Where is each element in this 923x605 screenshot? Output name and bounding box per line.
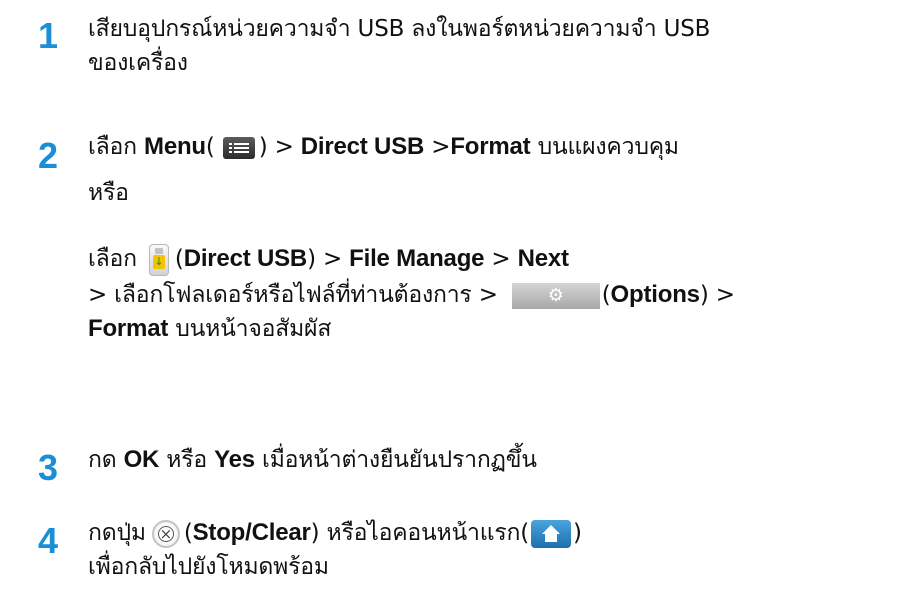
separator: >: [267, 134, 301, 160]
step-text: กดปุ่ม (Stop/Clear) หรือไอคอนหน้าแรก() เพ…: [88, 516, 913, 584]
step-number: 4: [38, 520, 59, 561]
gear-icon: ⚙: [511, 282, 600, 309]
stop-clear-label: Stop/Clear: [192, 519, 311, 546]
or-text: หรือ: [159, 447, 215, 473]
stop-clear-icon: [151, 519, 180, 548]
direct-usb-label: Direct USB: [183, 245, 308, 272]
step-number: 1: [38, 15, 59, 56]
paren-open: (: [601, 282, 611, 308]
paren-open: (: [205, 134, 215, 160]
step-2-line-3: เลือก (Direct USB) > File Manage > Next: [88, 242, 913, 276]
step-2-line-4: > เลือกโฟลเดอร์หรือไฟล์ที่ท่านต้องการ > ⚙…: [88, 278, 913, 312]
on-touch-text: บนหน้าจอสัมผัส: [168, 316, 332, 342]
step-2-line-5: Format บนหน้าจอสัมผัส: [88, 312, 913, 346]
home-icon-text: ) หรือไอคอนหน้าแรก(: [310, 520, 530, 546]
direct-usb-label: Direct USB: [300, 133, 425, 160]
step-number: 2: [38, 135, 59, 176]
step-text: เลือก Menu() > Direct USB >Format บนแผงค…: [88, 130, 913, 346]
separator: >: [484, 246, 518, 272]
paren-close: ): [307, 246, 316, 272]
step-4-line-2: เพื่อกลับไปยังโหมดพร้อม: [88, 554, 329, 580]
home-icon: [531, 519, 572, 548]
choose-text: เลือก: [88, 246, 137, 272]
or-text: หรือ: [88, 180, 129, 206]
step-3-line-1: กด OK หรือ Yes เมื่อหน้าต่างยืนยันปรากฏข…: [88, 443, 913, 477]
on-panel-text: บนแผงควบคุม: [530, 134, 680, 160]
menu-label: Menu: [144, 133, 206, 160]
yes-label: Yes: [214, 446, 255, 473]
paren-close: ): [573, 520, 582, 546]
select-text: > เลือกโฟลเดอร์หรือไฟล์ที่ท่านต้องการ >: [88, 282, 498, 308]
next-label: Next: [517, 245, 569, 272]
step-text: กด OK หรือ Yes เมื่อหน้าต่างยืนยันปรากฏข…: [88, 443, 913, 477]
step-1-line-2: ของเครื่อง: [88, 50, 188, 76]
format-label: Format: [450, 133, 531, 160]
paren-open: (: [183, 520, 193, 546]
separator: >: [424, 134, 451, 160]
menu-icon: [222, 136, 255, 159]
usb-drive-icon: [148, 243, 169, 276]
options-label: Options: [610, 281, 700, 308]
confirm-text: เมื่อหน้าต่างยืนยันปรากฏขึ้น: [254, 447, 537, 473]
format-label: Format: [88, 315, 169, 342]
paren-close: ) >: [699, 282, 735, 308]
step-number: 3: [38, 447, 59, 488]
file-manage-label: File Manage: [349, 245, 485, 272]
step-text: เสียบอุปกรณ์หน่วยความจำ USB ลงในพอร์ตหน่…: [88, 12, 913, 80]
ok-label: OK: [123, 446, 160, 473]
press-button-text: กดปุ่ม: [88, 520, 146, 546]
step-2-line-1: เลือก Menu() > Direct USB >Format บนแผงค…: [88, 130, 913, 164]
paren-open: (: [174, 246, 184, 272]
step-1-line-1: เสียบอุปกรณ์หน่วยความจำ USB ลงในพอร์ตหน่…: [88, 16, 711, 42]
step-4-line-1: กดปุ่ม (Stop/Clear) หรือไอคอนหน้าแรก(): [88, 516, 913, 550]
separator: >: [315, 246, 350, 272]
choose-text: เลือก: [88, 134, 137, 160]
press-text: กด: [88, 447, 124, 473]
